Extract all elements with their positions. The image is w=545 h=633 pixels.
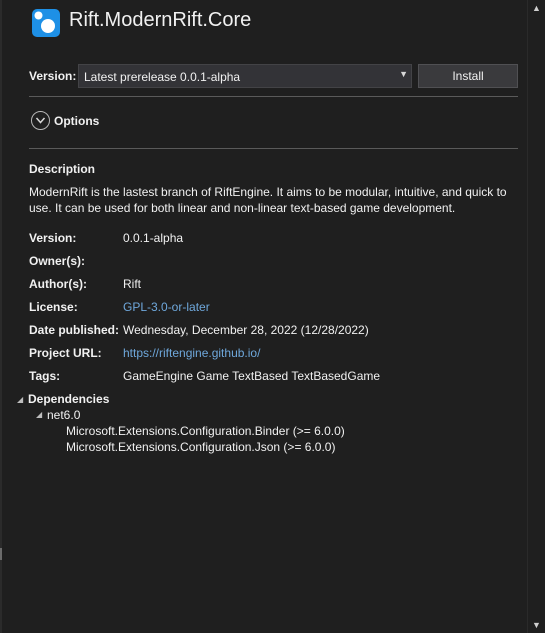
detail-label-license: License: bbox=[29, 300, 78, 314]
version-label: Version: bbox=[29, 69, 77, 83]
detail-label-date-published: Date published: bbox=[29, 323, 120, 337]
package-title: Rift.ModernRift.Core bbox=[69, 9, 252, 31]
version-dropdown[interactable]: Latest prerelease 0.0.1-alpha ▼ bbox=[78, 64, 412, 88]
divider bbox=[29, 148, 518, 149]
scroll-up-arrow-icon[interactable]: ▲ bbox=[528, 0, 545, 16]
license-link[interactable]: GPL-3.0-or-later bbox=[123, 300, 210, 314]
detail-label-version: Version: bbox=[29, 231, 77, 245]
project-url-link[interactable]: https://riftengine.github.io/ bbox=[123, 346, 260, 360]
vertical-scrollbar[interactable]: ▲ ▼ bbox=[527, 0, 545, 633]
dependencies-collapse-icon[interactable]: ◢ bbox=[17, 395, 23, 404]
splitter-grip[interactable] bbox=[0, 548, 2, 560]
dependency-item: Microsoft.Extensions.Configuration.Json … bbox=[66, 440, 336, 454]
detail-value-tags: GameEngine Game TextBased TextBasedGame bbox=[123, 369, 381, 383]
install-button[interactable]: Install bbox=[418, 64, 518, 88]
description-text: ModernRift is the lastest branch of Rift… bbox=[29, 185, 507, 215]
left-splitter[interactable] bbox=[0, 0, 2, 633]
chevron-down-icon: ▼ bbox=[399, 69, 408, 79]
dependencies-heading: Dependencies bbox=[28, 392, 110, 406]
options-expander-icon[interactable] bbox=[31, 111, 50, 130]
divider bbox=[29, 96, 518, 97]
version-dropdown-value: Latest prerelease 0.0.1-alpha bbox=[84, 70, 241, 84]
detail-value-date-published: Wednesday, December 28, 2022 (12/28/2022… bbox=[123, 323, 369, 337]
description-heading: Description bbox=[29, 162, 96, 176]
detail-label-tags: Tags: bbox=[29, 369, 61, 383]
dependency-item: Microsoft.Extensions.Configuration.Binde… bbox=[66, 424, 345, 438]
scroll-thumb[interactable] bbox=[533, 18, 539, 611]
detail-value-authors: Rift bbox=[123, 277, 141, 291]
options-expander-label[interactable]: Options bbox=[54, 114, 99, 128]
package-details-panel: Rift.ModernRift.Core Version: Latest pre… bbox=[0, 0, 545, 633]
framework-label: net6.0 bbox=[47, 408, 81, 422]
detail-label-project-url: Project URL: bbox=[29, 346, 102, 360]
detail-value-version: 0.0.1-alpha bbox=[123, 231, 184, 245]
scroll-down-arrow-icon[interactable]: ▼ bbox=[528, 617, 545, 633]
detail-label-authors: Author(s): bbox=[29, 277, 87, 291]
framework-collapse-icon[interactable]: ◢ bbox=[36, 410, 42, 419]
detail-label-owners: Owner(s): bbox=[29, 254, 86, 268]
nuget-package-icon bbox=[31, 8, 61, 38]
